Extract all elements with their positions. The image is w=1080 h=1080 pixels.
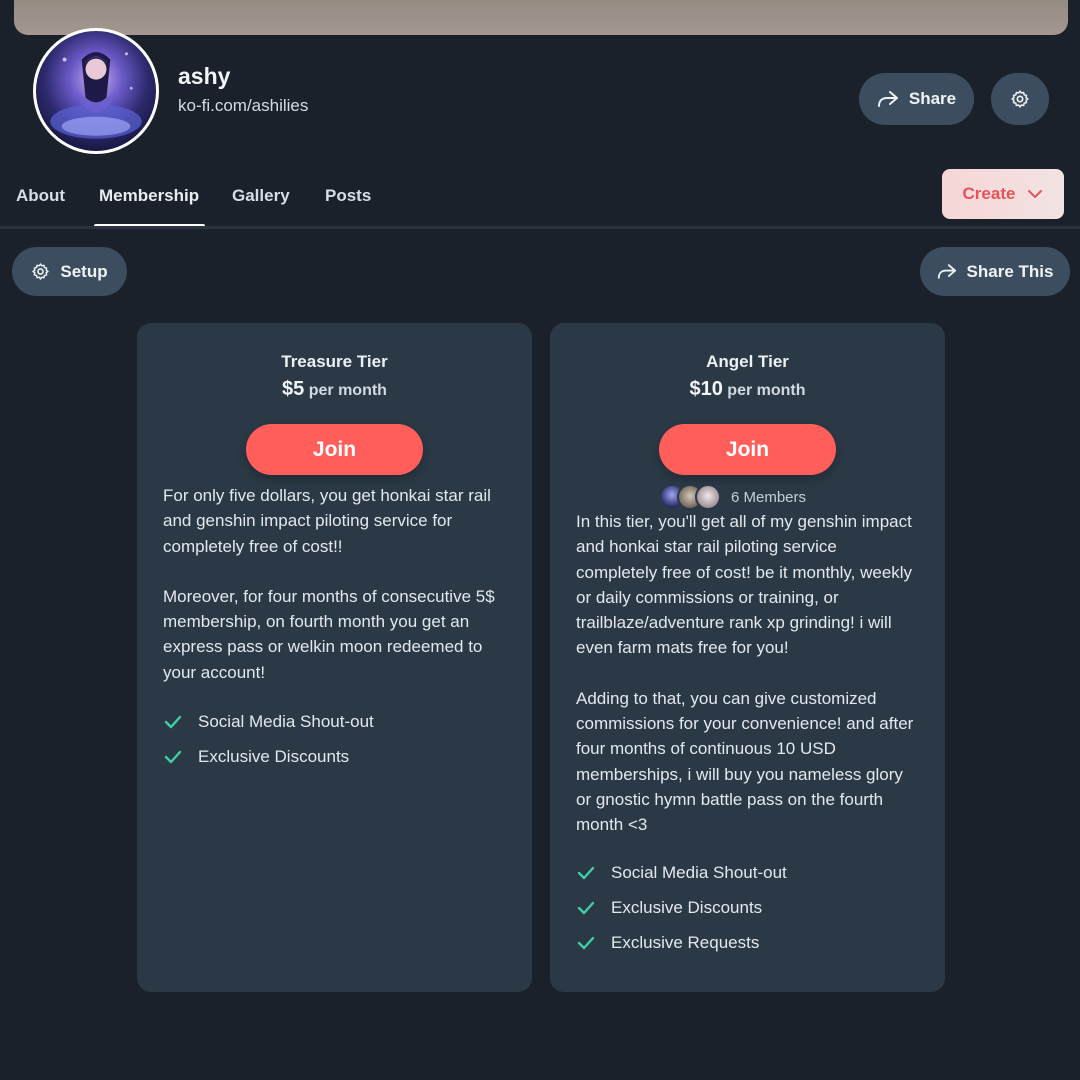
benefit-item: Exclusive Requests (576, 925, 787, 960)
cover-banner (14, 0, 1068, 35)
benefit-label: Exclusive Discounts (198, 746, 350, 766)
benefit-label: Social Media Shout-out (198, 711, 374, 731)
benefit-item: Social Media Shout-out (576, 855, 787, 890)
benefit-item: Exclusive Discounts (576, 890, 787, 925)
member-avatar (695, 484, 721, 510)
members-count: 6 Members (731, 488, 807, 506)
check-icon (576, 898, 596, 918)
tier-card-treasure: Treasure Tier $5 per month Join For only… (137, 323, 532, 992)
share-this-button-label: Share This (966, 261, 1054, 281)
tier-description: For only five dollars, you get honkai st… (163, 483, 508, 685)
settings-button[interactable] (991, 73, 1049, 125)
profile-avatar[interactable] (33, 28, 159, 154)
create-button[interactable]: Create (942, 169, 1064, 219)
check-icon (163, 747, 183, 767)
share-button-label: Share (908, 89, 957, 108)
share-this-button[interactable]: Share This (920, 247, 1070, 296)
tier-description-paragraph: Moreover, for four months of consecutive… (163, 586, 495, 682)
tab-membership[interactable]: Membership (99, 186, 199, 206)
benefit-label: Exclusive Discounts (611, 897, 763, 917)
benefit-label: Exclusive Requests (611, 932, 760, 952)
benefit-item: Exclusive Discounts (163, 739, 374, 774)
tier-name: Treasure Tier (281, 352, 388, 371)
tier-description-paragraph: Adding to that, you can give customized … (576, 688, 914, 835)
tab-posts[interactable]: Posts (325, 186, 371, 206)
tier-name: Angel Tier (706, 352, 789, 371)
gear-icon (32, 263, 50, 280)
share-button[interactable]: Share (859, 73, 974, 125)
share-icon (877, 91, 898, 107)
gear-icon (1011, 90, 1029, 108)
tab-about[interactable]: About (16, 186, 65, 206)
join-button[interactable]: Join (246, 424, 423, 475)
create-button-label: Create (962, 184, 1016, 203)
tier-price: $5 per month (137, 378, 532, 401)
members-summary[interactable]: 6 Members (659, 483, 859, 511)
tier-benefits: Social Media Shout-out Exclusive Discoun… (163, 704, 374, 774)
tier-price: $10 per month (550, 378, 945, 401)
tier-benefits: Social Media Shout-out Exclusive Discoun… (576, 855, 787, 960)
benefit-item: Social Media Shout-out (163, 704, 374, 739)
profile-name: ashy (178, 63, 231, 89)
tier-price-period: per month (727, 382, 806, 399)
tier-price-period: per month (308, 382, 387, 399)
tier-description-paragraph: In this tier, you'll get all of my gensh… (576, 512, 913, 658)
profile-tabs: About Membership Gallery Posts (0, 170, 1080, 230)
tier-card-angel: Angel Tier $10 per month Join 6 Members … (550, 323, 945, 992)
nav-divider (0, 226, 1080, 229)
check-icon (576, 863, 596, 883)
tier-price-amount: $10 (689, 378, 723, 400)
tab-gallery[interactable]: Gallery (232, 186, 290, 206)
setup-button[interactable]: Setup (12, 247, 127, 296)
chevron-down-icon (1028, 190, 1043, 198)
share-icon (937, 264, 956, 279)
tier-price-amount: $5 (282, 378, 305, 400)
check-icon (163, 712, 183, 732)
join-button[interactable]: Join (659, 424, 836, 475)
setup-button-label: Setup (60, 261, 108, 281)
profile-url[interactable]: ko-fi.com/ashilies (178, 96, 308, 116)
benefit-label: Social Media Shout-out (611, 862, 787, 882)
tier-description-paragraph: For only five dollars, you get honkai st… (163, 486, 491, 556)
check-icon (576, 933, 596, 953)
avatar-illustration (50, 51, 142, 139)
tier-description: In this tier, you'll get all of my gensh… (576, 509, 921, 838)
